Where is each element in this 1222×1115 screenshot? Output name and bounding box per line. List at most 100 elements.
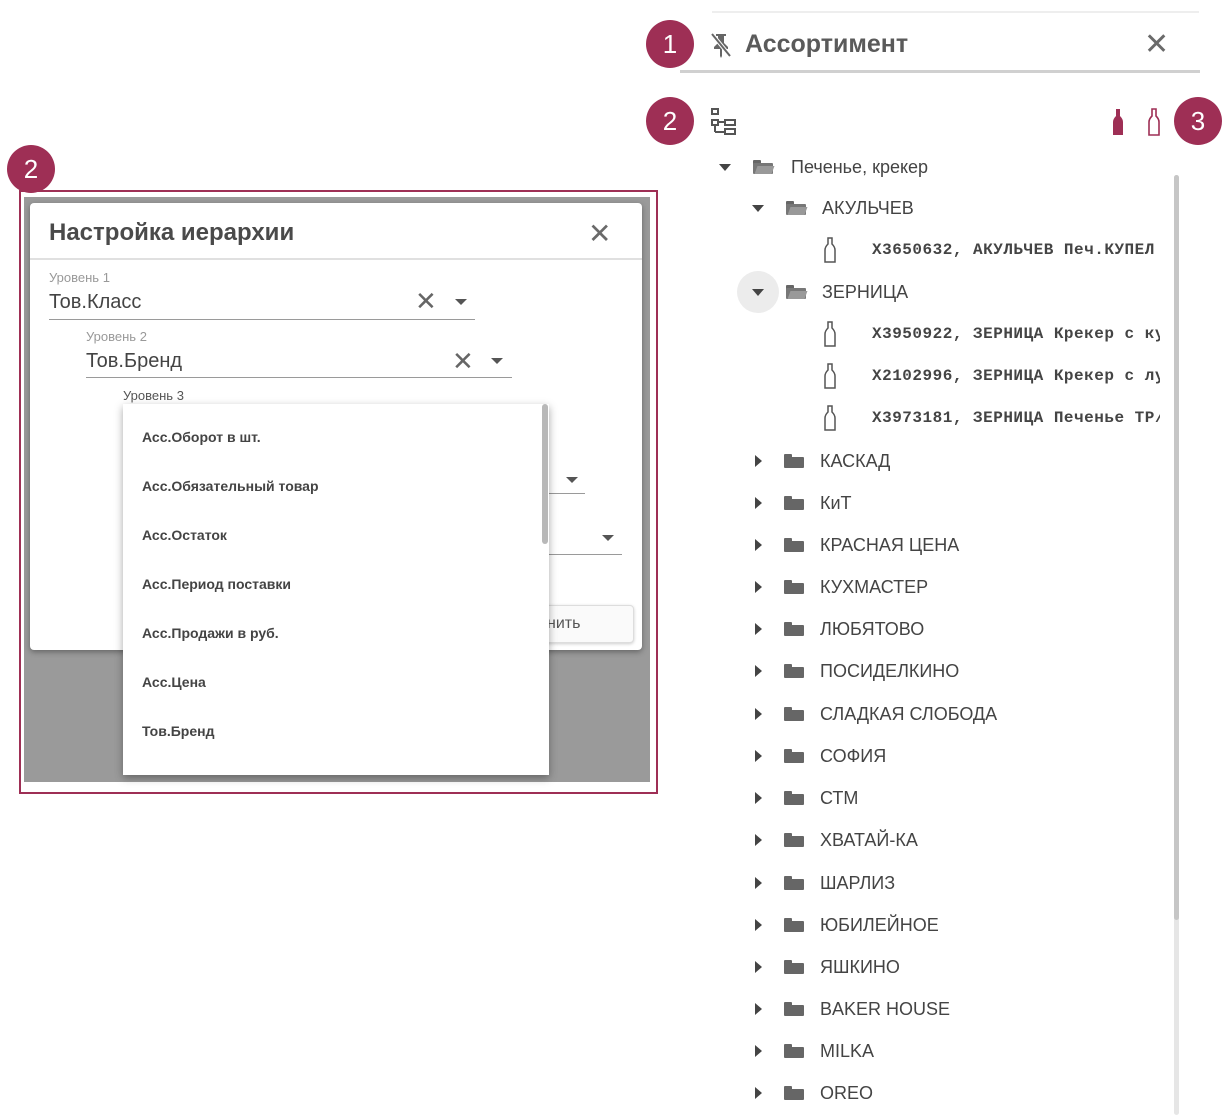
tree-group[interactable]: КУХМАСТЕР bbox=[755, 572, 928, 602]
callout-marker: 2 bbox=[7, 145, 55, 193]
folder-icon bbox=[784, 454, 804, 468]
folder-icon bbox=[784, 580, 804, 594]
chevron-right-icon[interactable] bbox=[755, 961, 762, 973]
folder-icon bbox=[784, 664, 804, 678]
tree-group[interactable]: OREO bbox=[755, 1078, 873, 1108]
bottle-filled-icon[interactable] bbox=[1112, 108, 1124, 141]
tree-group-label: ЗЕРНИЦА bbox=[822, 281, 909, 302]
tree-group-label: СЛАДКАЯ СЛОБОДА bbox=[820, 703, 998, 724]
callout-marker: 3 bbox=[1174, 97, 1222, 145]
tree-group[interactable]: КРАСНАЯ ЦЕНА bbox=[755, 530, 959, 560]
tree-item[interactable]: X3950922, ЗЕРНИЦА Крекер с ку bbox=[824, 319, 1165, 349]
tree-group[interactable]: ЛЮБЯТОВО bbox=[755, 614, 924, 644]
option-item[interactable]: Тов.Бренд bbox=[142, 723, 214, 739]
folder-icon bbox=[784, 707, 804, 721]
tree-group-label: КиТ bbox=[820, 492, 852, 513]
level2-label: Уровень 2 bbox=[86, 329, 147, 344]
chevron-right-icon[interactable] bbox=[755, 877, 762, 889]
tree-item[interactable]: X3650632, АКУЛЬЧЕВ Печ.КУПЕЛ bbox=[824, 235, 1155, 265]
chevron-right-icon[interactable] bbox=[755, 455, 762, 467]
chevron-down-icon[interactable] bbox=[719, 163, 731, 171]
folder-open-icon bbox=[786, 285, 808, 299]
level5-dropdown-icon[interactable] bbox=[602, 535, 614, 541]
panel-title: Ассортимент bbox=[745, 30, 909, 58]
tree-group[interactable]: СТМ bbox=[755, 783, 858, 813]
tree-group[interactable]: АКУЛЬЧЕВ bbox=[752, 193, 914, 223]
chevron-right-icon[interactable] bbox=[755, 581, 762, 593]
chevron-right-icon[interactable] bbox=[755, 1045, 762, 1057]
chevron-right-icon[interactable] bbox=[755, 1087, 762, 1099]
tree-group[interactable]: СОФИЯ bbox=[755, 741, 886, 771]
tree-scrollbar-thumb[interactable] bbox=[1174, 175, 1179, 920]
save-button-label: нить bbox=[547, 615, 581, 632]
folder-icon bbox=[784, 749, 804, 763]
save-button[interactable]: нить bbox=[540, 605, 634, 643]
tree-group-label: ЯШКИНО bbox=[820, 956, 900, 977]
tree-group-label: ПОСИДЕЛКИНО bbox=[820, 660, 960, 681]
tree-group[interactable]: СЛАДКАЯ СЛОБОДА bbox=[755, 699, 997, 729]
tree-group[interactable]: ЮБИЛЕЙНОЕ bbox=[755, 910, 939, 940]
folder-icon bbox=[784, 960, 804, 974]
chevron-right-icon[interactable] bbox=[755, 665, 762, 677]
chevron-right-icon[interactable] bbox=[755, 497, 762, 509]
tree-group[interactable]: ПОСИДЕЛКИНО bbox=[755, 656, 959, 686]
pin-off-icon[interactable] bbox=[709, 31, 733, 64]
level1-label: Уровень 1 bbox=[49, 270, 110, 285]
chevron-right-icon[interactable] bbox=[755, 792, 762, 804]
level5-underline bbox=[549, 554, 622, 555]
callout-marker: 1 bbox=[646, 20, 694, 68]
level1-value[interactable]: Тов.Класс bbox=[49, 291, 141, 314]
tree-group-label: СТМ bbox=[820, 787, 859, 808]
level1-clear-icon[interactable]: ✕ bbox=[415, 288, 437, 314]
option-item[interactable]: Асс.Оборот в шт. bbox=[142, 429, 261, 445]
tree-group[interactable]: ЗЕРНИЦА bbox=[752, 277, 908, 307]
callout-marker: 2 bbox=[646, 97, 694, 145]
bottle-outline-icon[interactable] bbox=[1148, 108, 1160, 141]
chevron-right-icon[interactable] bbox=[755, 750, 762, 762]
chevron-right-icon[interactable] bbox=[755, 539, 762, 551]
dialog-close-icon[interactable]: ✕ bbox=[588, 219, 611, 249]
option-item[interactable]: Асс.Период поставки bbox=[142, 576, 291, 592]
level4-dropdown-icon[interactable] bbox=[566, 477, 578, 483]
chevron-down-icon[interactable] bbox=[752, 288, 764, 296]
tree-item-label: X3650632, АКУЛЬЧЕВ Печ.КУПЕЛ bbox=[872, 241, 1155, 259]
tree-group-label: КУХМАСТЕР bbox=[820, 576, 929, 597]
tree-item-label: X3973181, ЗЕРНИЦА Печенье ТР/ bbox=[872, 409, 1165, 427]
tree-item-label: X3950922, ЗЕРНИЦА Крекер с ку bbox=[872, 325, 1165, 343]
level4-underline bbox=[549, 493, 585, 494]
tree-root-label: Печенье, крекер bbox=[791, 156, 929, 177]
level2-clear-icon[interactable]: ✕ bbox=[452, 348, 474, 374]
tree-item[interactable]: X3973181, ЗЕРНИЦА Печенье ТР/ bbox=[824, 403, 1165, 433]
tree-group[interactable]: ЯШКИНО bbox=[755, 952, 900, 982]
chevron-right-icon[interactable] bbox=[755, 834, 762, 846]
options-scrollbar[interactable] bbox=[542, 404, 548, 544]
option-item[interactable]: Асс.Обязательный товар bbox=[142, 478, 319, 494]
tree-group[interactable]: КАСКАД bbox=[755, 446, 890, 476]
chevron-right-icon[interactable] bbox=[755, 919, 762, 931]
chevron-right-icon[interactable] bbox=[755, 623, 762, 635]
level2-value[interactable]: Тов.Бренд bbox=[86, 350, 182, 373]
chevron-right-icon[interactable] bbox=[755, 1003, 762, 1015]
tree-group[interactable]: MILKA bbox=[755, 1036, 874, 1066]
level1-dropdown-icon[interactable] bbox=[455, 299, 467, 305]
chevron-right-icon[interactable] bbox=[755, 708, 762, 720]
tree-group[interactable]: КиТ bbox=[755, 488, 852, 518]
hierarchy-settings-icon[interactable] bbox=[711, 108, 737, 141]
chevron-down-icon[interactable] bbox=[752, 204, 764, 212]
close-icon[interactable]: ✕ bbox=[1144, 30, 1169, 60]
tree-item[interactable]: X2102996, ЗЕРНИЦА Крекер с лу bbox=[824, 361, 1165, 391]
folder-icon bbox=[784, 791, 804, 805]
option-item[interactable]: Асс.Цена bbox=[142, 674, 206, 690]
tree-group-label: ШАРЛИЗ bbox=[820, 872, 896, 893]
tree-root[interactable]: Печенье, крекер bbox=[719, 152, 928, 182]
dialog-divider bbox=[30, 258, 642, 260]
option-item[interactable]: Асс.Продажи в руб. bbox=[142, 625, 279, 641]
tree-group[interactable]: BAKER HOUSE bbox=[755, 994, 950, 1024]
level2-dropdown-icon[interactable] bbox=[491, 358, 503, 364]
tree-group[interactable]: ХВАТАЙ-КА bbox=[755, 825, 918, 855]
tree-group[interactable]: ШАРЛИЗ bbox=[755, 868, 895, 898]
tree-group-label: OREO bbox=[820, 1082, 874, 1103]
tree-group-label: MILKA bbox=[820, 1040, 875, 1061]
folder-icon bbox=[784, 1086, 804, 1100]
option-item[interactable]: Асс.Остаток bbox=[142, 527, 227, 543]
